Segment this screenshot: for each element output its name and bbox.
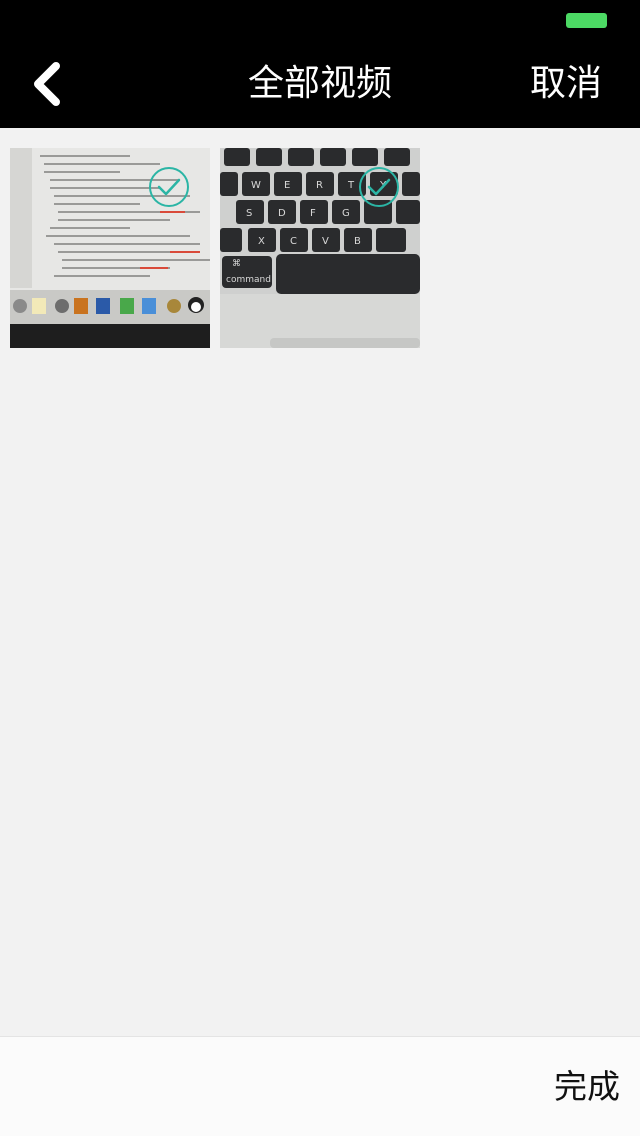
svg-text:F: F (310, 208, 316, 219)
status-bar (0, 0, 640, 40)
svg-text:command: command (226, 275, 271, 285)
svg-text:W: W (251, 180, 261, 191)
svg-text:C: C (290, 236, 297, 247)
svg-text:G: G (342, 208, 350, 219)
cancel-button[interactable]: 取消 (530, 62, 602, 106)
svg-text:E: E (284, 180, 290, 191)
battery-icon (566, 13, 607, 28)
svg-text:⌘: ⌘ (232, 259, 241, 269)
video-grid: W E R T Y S D F G X C V B command ⌘ (10, 148, 420, 348)
selected-check-icon (148, 166, 190, 208)
svg-text:S: S (246, 208, 252, 219)
done-button[interactable]: 完成 (554, 1065, 620, 1109)
svg-text:X: X (258, 236, 265, 247)
video-thumbnail[interactable] (10, 148, 210, 348)
bottom-toolbar: 完成 (0, 1036, 640, 1136)
selected-check-icon (358, 166, 400, 208)
svg-text:D: D (278, 208, 286, 219)
navigation-bar: 全部视频 取消 (0, 40, 640, 128)
video-thumbnail[interactable]: W E R T Y S D F G X C V B command ⌘ (220, 148, 420, 348)
svg-text:B: B (354, 236, 361, 247)
svg-text:T: T (347, 180, 355, 191)
svg-text:V: V (322, 236, 329, 247)
svg-text:R: R (316, 180, 323, 191)
